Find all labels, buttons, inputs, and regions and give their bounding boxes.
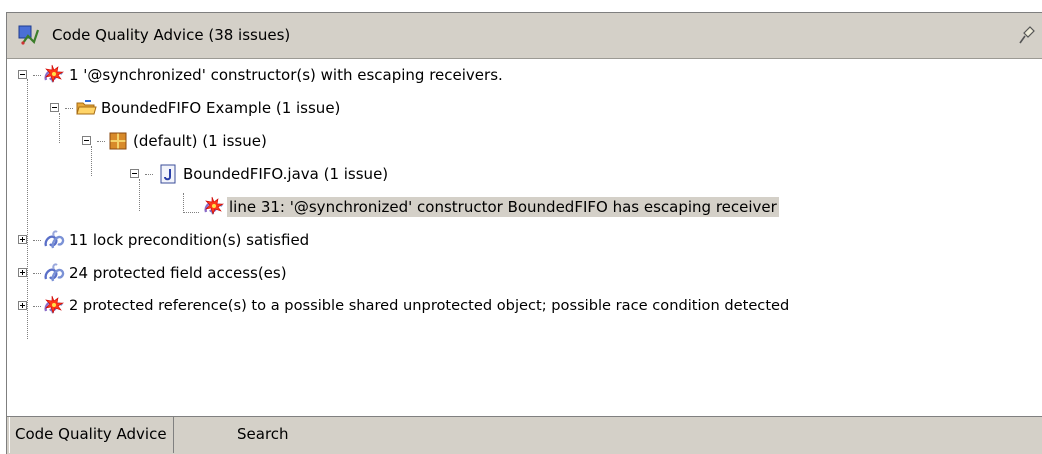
ok-link-icon [44,263,65,282]
expand-toggle[interactable] [18,301,27,310]
code-quality-view: Code Quality Advice (38 issues) 1 '@sync… [6,12,1042,454]
warning-link-icon [204,196,225,215]
tree-label: (default) (1 issue) [133,132,267,150]
issue-tree: 1 '@synchronized' constructor(s) with es… [7,59,1042,417]
warning-link-icon [44,295,65,314]
tab-code-quality-advice[interactable]: Code Quality Advice [9,417,174,453]
tree-row-escaping[interactable]: 1 '@synchronized' constructor(s) with es… [7,59,1042,92]
tree-label: BoundedFIFO.java (1 issue) [183,165,389,183]
tree-label: line 31: '@synchronized' constructor Bou… [227,197,779,217]
project-folder-icon [76,100,97,115]
warning-link-icon [44,64,65,83]
ok-link-icon [44,230,65,249]
tree-row-package[interactable]: (default) (1 issue) [7,125,1042,158]
tree-label: BoundedFIFO Example (1 issue) [101,99,341,117]
tree-label: 24 protected field access(es) [69,264,287,282]
tree-row-issue[interactable]: line 31: '@synchronized' constructor Bou… [7,191,1042,224]
collapse-toggle[interactable] [82,136,91,145]
code-quality-view-icon [18,25,39,45]
view-tab-strip: Code Quality Advice Search [7,416,1042,454]
tree-row-file[interactable]: BoundedFIFO.java (1 issue) [7,158,1042,191]
tab-search[interactable]: Search [231,417,295,453]
view-titlebar: Code Quality Advice (38 issues) [7,13,1042,59]
tree-row-protected[interactable]: 24 protected field access(es) [7,257,1042,290]
collapse-toggle[interactable] [50,103,59,112]
tree-label: 2 protected reference(s) to a possible s… [69,297,790,314]
view-title: Code Quality Advice (38 issues) [52,26,291,44]
pin-icon[interactable] [1016,25,1036,45]
expand-toggle[interactable] [18,268,27,277]
expand-toggle[interactable] [18,235,27,244]
tree-label: 1 '@synchronized' constructor(s) with es… [69,66,503,84]
tree-row-project[interactable]: BoundedFIFO Example (1 issue) [7,92,1042,125]
collapse-toggle[interactable] [18,70,27,79]
tree-row-race[interactable]: 2 protected reference(s) to a possible s… [7,290,1042,323]
java-file-icon [160,164,176,184]
tree-row-lock[interactable]: 11 lock precondition(s) satisfied [7,224,1042,257]
collapse-toggle[interactable] [130,169,139,178]
package-icon [109,132,127,150]
tree-label: 11 lock precondition(s) satisfied [69,231,310,249]
